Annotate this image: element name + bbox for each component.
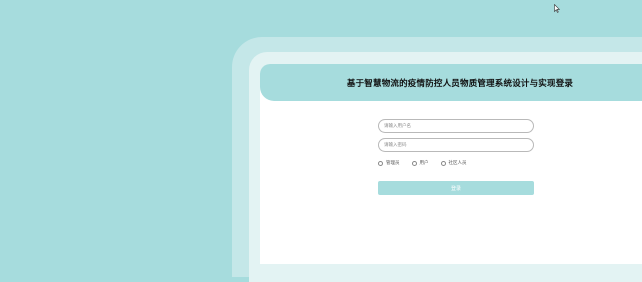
login-header: 基于智慧物流的疫情防控人员物质管理系统设计与实现登录 xyxy=(260,64,642,101)
login-panel: 基于智慧物流的疫情防控人员物质管理系统设计与实现登录 请输入用户名 请输入密码 … xyxy=(260,64,642,264)
watermark: CSDN @阿联毕设程序 xyxy=(534,239,636,250)
password-input[interactable]: 请输入密码 xyxy=(378,138,534,152)
role-label-user: 用户 xyxy=(419,161,429,166)
login-button[interactable]: 登录 xyxy=(378,181,534,195)
mouse-cursor-icon xyxy=(554,4,560,13)
password-placeholder: 请输入密码 xyxy=(384,143,407,148)
login-button-label: 登录 xyxy=(450,185,461,192)
role-option-admin[interactable]: 管理员 xyxy=(378,160,400,166)
radio-button[interactable] xyxy=(440,160,446,166)
role-radio-group: 管理员 用户 社区人员 xyxy=(378,159,479,167)
radio-button[interactable] xyxy=(378,160,383,166)
radio-button[interactable] xyxy=(411,160,417,166)
page-title: 基于智慧物流的疫情防控人员物质管理系统设计与实现登录 xyxy=(346,78,574,89)
username-input[interactable]: 请输入用户名 xyxy=(378,119,534,133)
role-label-admin: 管理员 xyxy=(386,161,400,166)
username-placeholder: 请输入用户名 xyxy=(384,124,411,129)
role-label-community-staff: 社区人员 xyxy=(448,161,467,166)
role-option-user[interactable]: 用户 xyxy=(411,160,429,166)
role-option-community-staff[interactable]: 社区人员 xyxy=(440,160,467,166)
